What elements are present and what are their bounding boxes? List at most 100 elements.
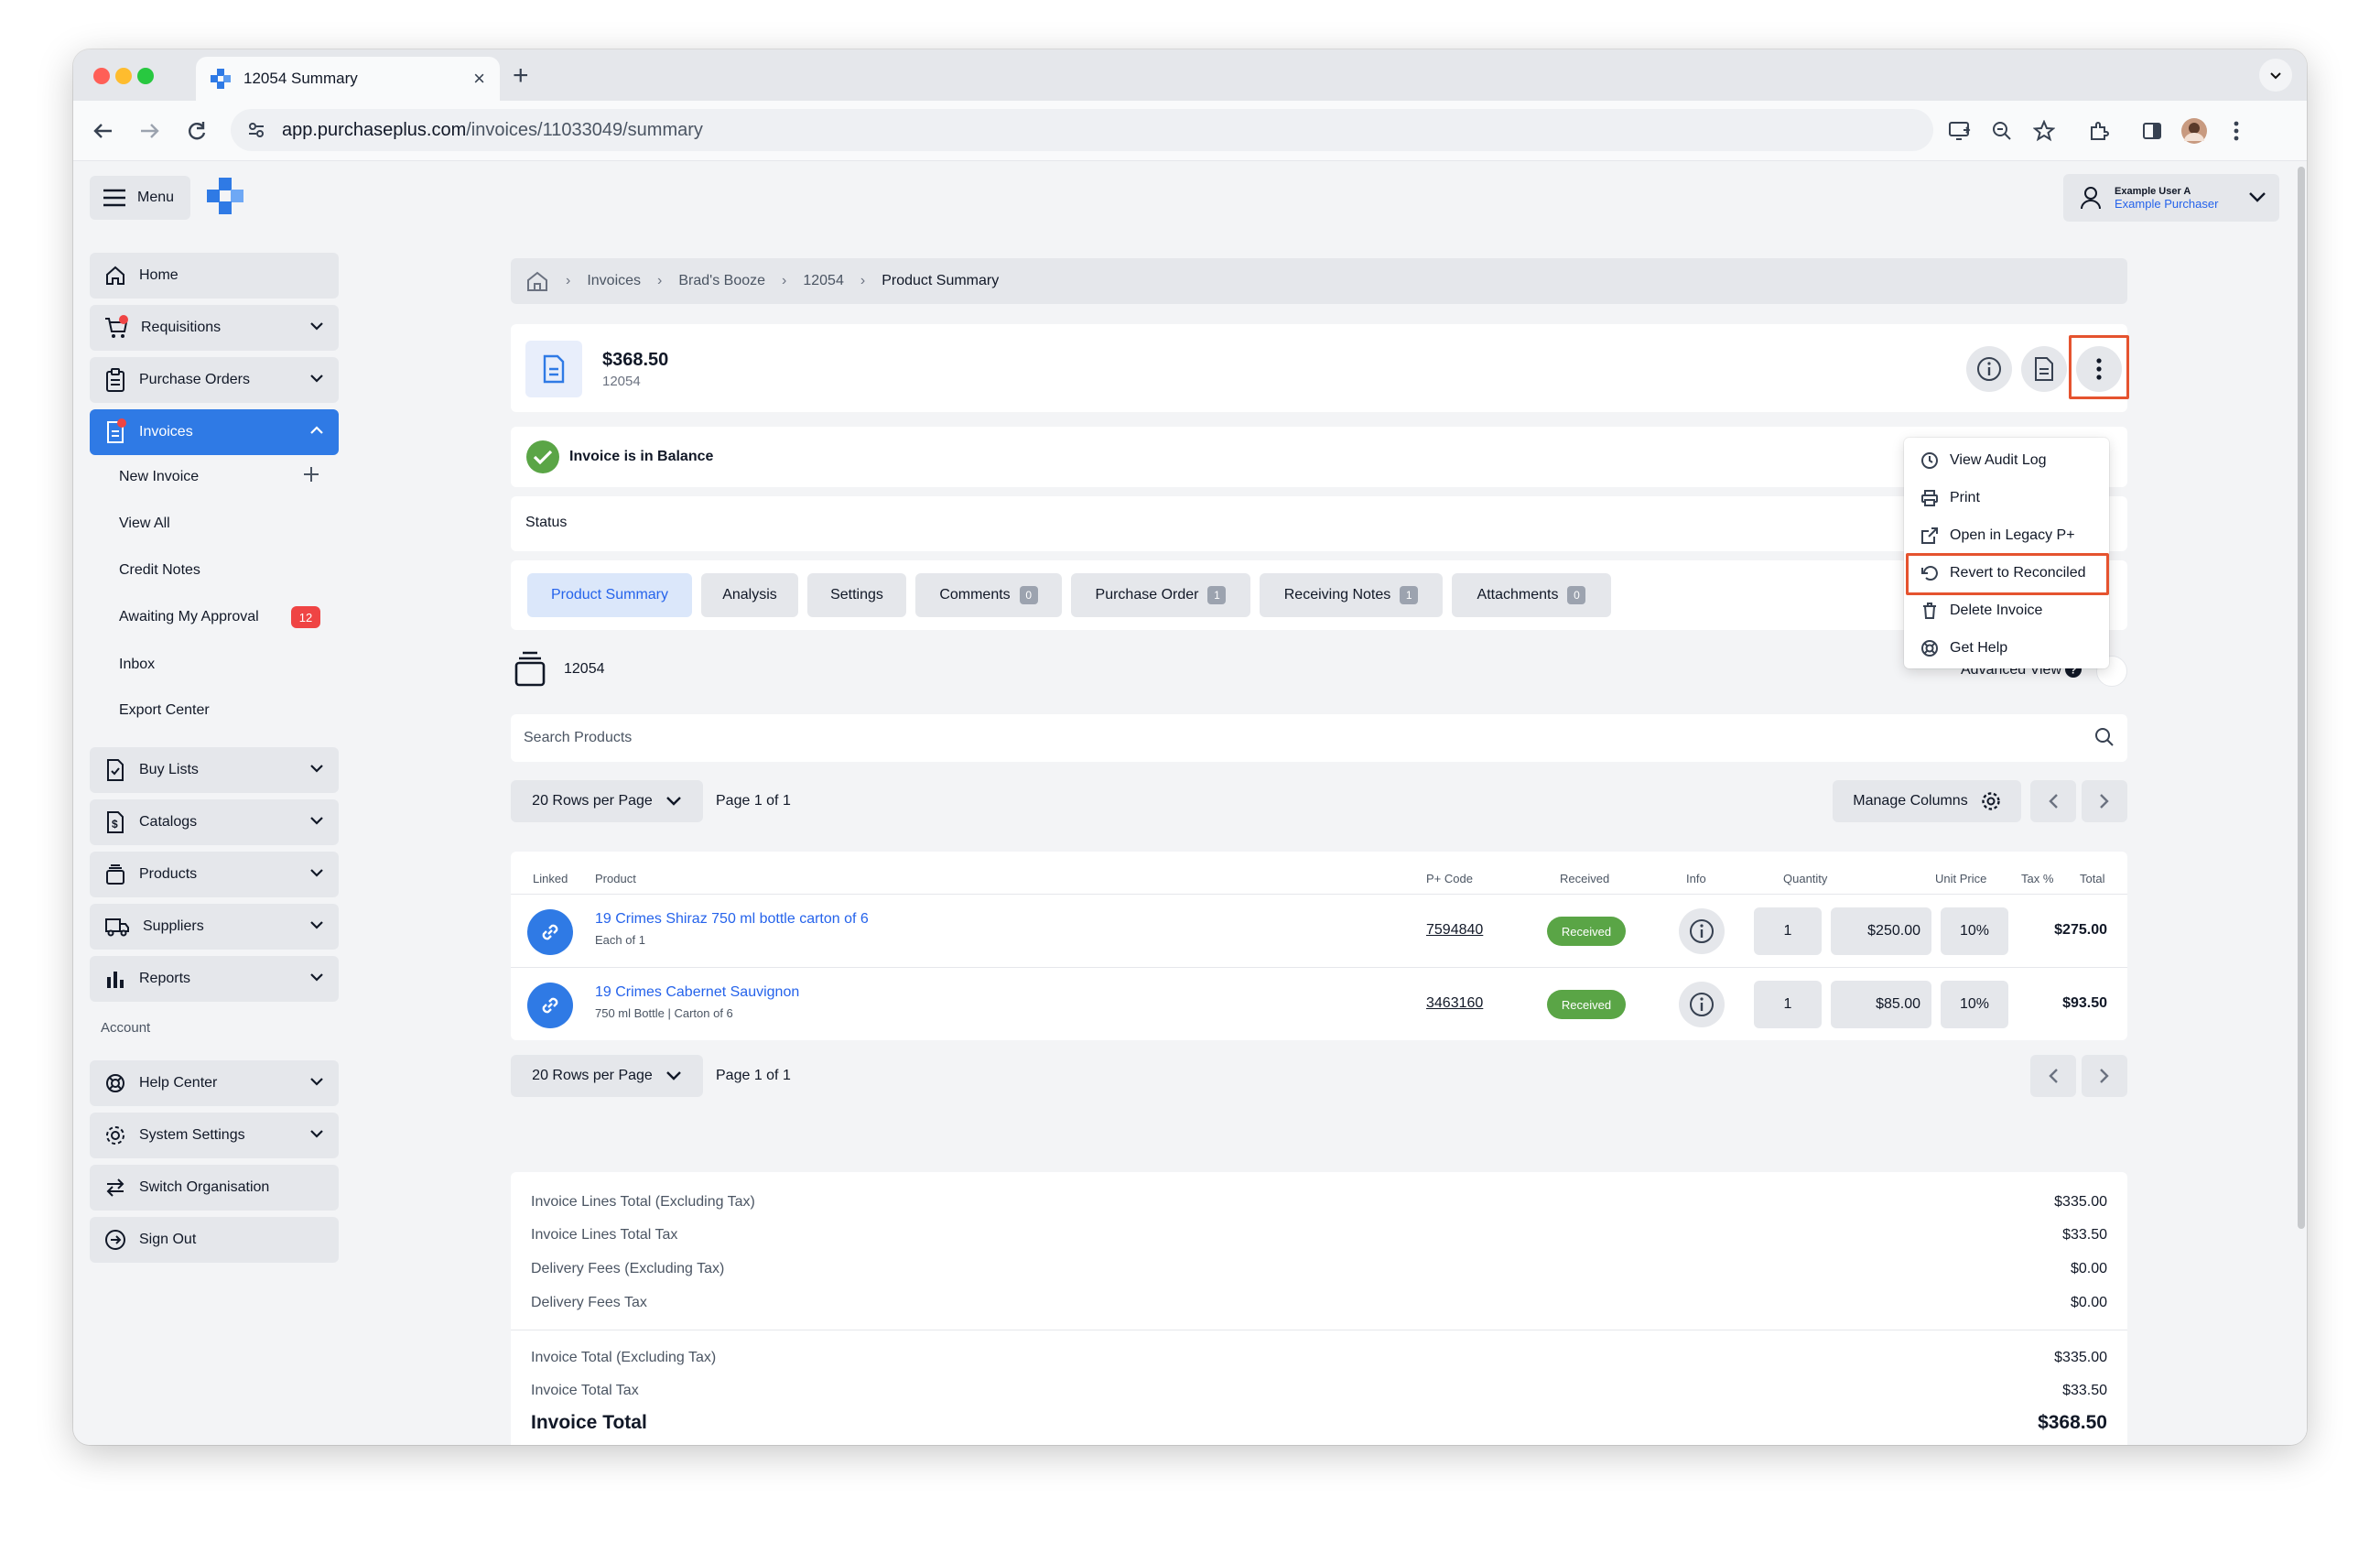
home-breadcrumb-icon[interactable] [525,270,549,292]
sidebar-item-buy-lists[interactable]: Buy Lists [90,747,339,793]
chevron-left-icon [2048,793,2059,809]
tab-product-summary[interactable]: Product Summary [527,573,692,617]
tab-label: Attachments [1477,587,1559,603]
sidebar-sub-awaiting-approval[interactable]: Awaiting My Approval [119,609,259,625]
link-icon[interactable] [527,983,573,1028]
breadcrumb-invoices[interactable]: Invoices [587,273,641,289]
breadcrumb-supplier[interactable]: Brad's Booze [678,273,765,289]
menu-item-delete-invoice[interactable]: Delete Invoice [1904,593,2109,628]
sidebar-item-system-settings[interactable]: System Settings [90,1113,339,1158]
info-icon[interactable] [1679,908,1725,954]
quantity-field[interactable]: 1 [1754,981,1822,1028]
document-button[interactable] [2021,346,2067,392]
rows-per-page-select-bottom[interactable]: 20 Rows per Page [511,1055,703,1097]
unit-price-field[interactable]: $250.00 [1831,907,1931,955]
column-header: Unit Price [1935,872,1987,885]
product-name-link[interactable]: 19 Crimes Shiraz 750 ml bottle carton of… [595,911,869,928]
sidebar-item-reports[interactable]: Reports [90,956,339,1002]
sidebar-item-products[interactable]: Products [90,852,339,897]
link-icon[interactable] [527,909,573,955]
app-header: Menu Example User A Example Purchaser [73,161,2307,234]
sidebar-item-purchase-orders[interactable]: Purchase Orders [90,357,339,403]
rows-per-page-select[interactable]: 20 Rows per Page [511,780,703,822]
chevron-down-icon [309,320,324,331]
cast-icon[interactable] [1944,115,1975,147]
chevron-down-icon [309,919,324,930]
sidebar-sub-label: View All [119,516,170,531]
menu-item-view-audit-log[interactable]: View Audit Log [1904,443,2109,478]
totals-value: $33.50 [2062,1227,2107,1243]
sidebar-sub-view-all[interactable]: View All [119,516,170,532]
sidebar-item-suppliers[interactable]: Suppliers [90,904,339,950]
product-name-link[interactable]: 19 Crimes Cabernet Sauvignon [595,984,799,1001]
next-page-button[interactable] [2082,780,2127,822]
info-button[interactable] [1966,346,2012,392]
minimize-window-button[interactable] [115,68,132,84]
quantity-field[interactable]: 1 [1754,907,1822,955]
zoom-icon[interactable] [1986,115,2018,147]
bookmark-star-icon[interactable] [2028,115,2060,147]
status-card[interactable]: Status [511,496,2127,551]
maximize-window-button[interactable] [137,68,154,84]
side-panel-icon[interactable] [2137,115,2168,147]
tab-purchase-order[interactable]: Purchase Order 1 [1071,573,1250,617]
scrollbar-thumb[interactable] [2298,167,2305,1229]
chevron-down-icon [2248,190,2266,203]
sidebar-sub-export-center[interactable]: Export Center [119,702,210,719]
sidebar-item-invoices[interactable]: Invoices [90,409,339,455]
plus-icon[interactable] [302,465,320,483]
sidebar-item-home[interactable]: Home [90,253,339,299]
tab-comments[interactable]: Comments 0 [915,573,1062,617]
forward-arrow-icon[interactable] [137,119,161,143]
tax-field[interactable]: 10% [1941,981,2008,1028]
reload-icon[interactable] [185,119,209,143]
tab-analysis[interactable]: Analysis [701,573,798,617]
address-bar[interactable]: app.purchaseplus.com/invoices/11033049/s… [231,109,1933,151]
back-arrow-icon[interactable] [92,119,115,143]
profile-avatar[interactable] [2179,115,2210,147]
page-scrollbar[interactable] [2296,161,2307,1445]
sidebar-item-requisitions[interactable]: Requisitions [90,305,339,351]
site-settings-icon[interactable] [247,121,265,139]
user-menu[interactable]: Example User A Example Purchaser [2063,174,2279,222]
sidebar-item-label: Sign Out [139,1232,197,1247]
next-page-button-bottom[interactable] [2082,1055,2127,1097]
menu-item-print[interactable]: Print [1904,481,2109,516]
sidebar-sub-new-invoice[interactable]: New Invoice [119,469,199,485]
close-window-button[interactable] [93,68,110,84]
menu-item-open-legacy[interactable]: Open in Legacy P+ [1904,518,2109,553]
menu-button[interactable]: Menu [90,176,190,220]
search-icon[interactable] [2094,727,2115,747]
sidebar-item-switch-organisation[interactable]: Switch Organisation [90,1165,339,1211]
prev-page-button[interactable] [2030,780,2076,822]
sidebar-item-help-center[interactable]: Help Center [90,1060,339,1106]
purchaseplus-logo[interactable] [205,176,245,216]
product-code-link[interactable]: 7594840 [1426,922,1483,939]
tab-receiving-notes[interactable]: Receiving Notes 1 [1260,573,1443,617]
sidebar-item-catalogs[interactable]: $ Catalogs [90,799,339,845]
extensions-icon[interactable] [2083,115,2115,147]
manage-columns-button[interactable]: Manage Columns [1833,780,2021,822]
sidebar-sub-credit-notes[interactable]: Credit Notes [119,562,200,579]
line-total: $275.00 [2054,922,2107,938]
unit-price-field[interactable]: $85.00 [1831,981,1931,1028]
tab-attachments[interactable]: Attachments 0 [1452,573,1611,617]
browser-tab[interactable]: 12054 Summary × [196,57,500,101]
browser-menu-icon[interactable] [2221,115,2252,147]
product-code-link[interactable]: 3463160 [1426,995,1483,1012]
info-icon[interactable] [1679,982,1725,1027]
menu-item-get-help[interactable]: Get Help [1904,631,2109,666]
tax-field[interactable]: 10% [1941,907,2008,955]
close-tab-icon[interactable]: × [473,67,485,91]
sidebar-item-sign-out[interactable]: Sign Out [90,1217,339,1263]
new-tab-icon[interactable]: + [513,60,529,92]
tab-search-chevron-icon[interactable] [2259,59,2292,92]
sidebar-sub-inbox[interactable]: Inbox [119,657,155,673]
document-icon [525,341,582,397]
tab-settings[interactable]: Settings [807,573,906,617]
search-products-field[interactable]: Search Products [511,714,2127,762]
breadcrumb-invoice-number[interactable]: 12054 [803,273,844,289]
prev-page-button-bottom[interactable] [2030,1055,2076,1097]
chevron-left-icon [2048,1068,2059,1084]
tab-label: Receiving Notes [1283,587,1391,603]
